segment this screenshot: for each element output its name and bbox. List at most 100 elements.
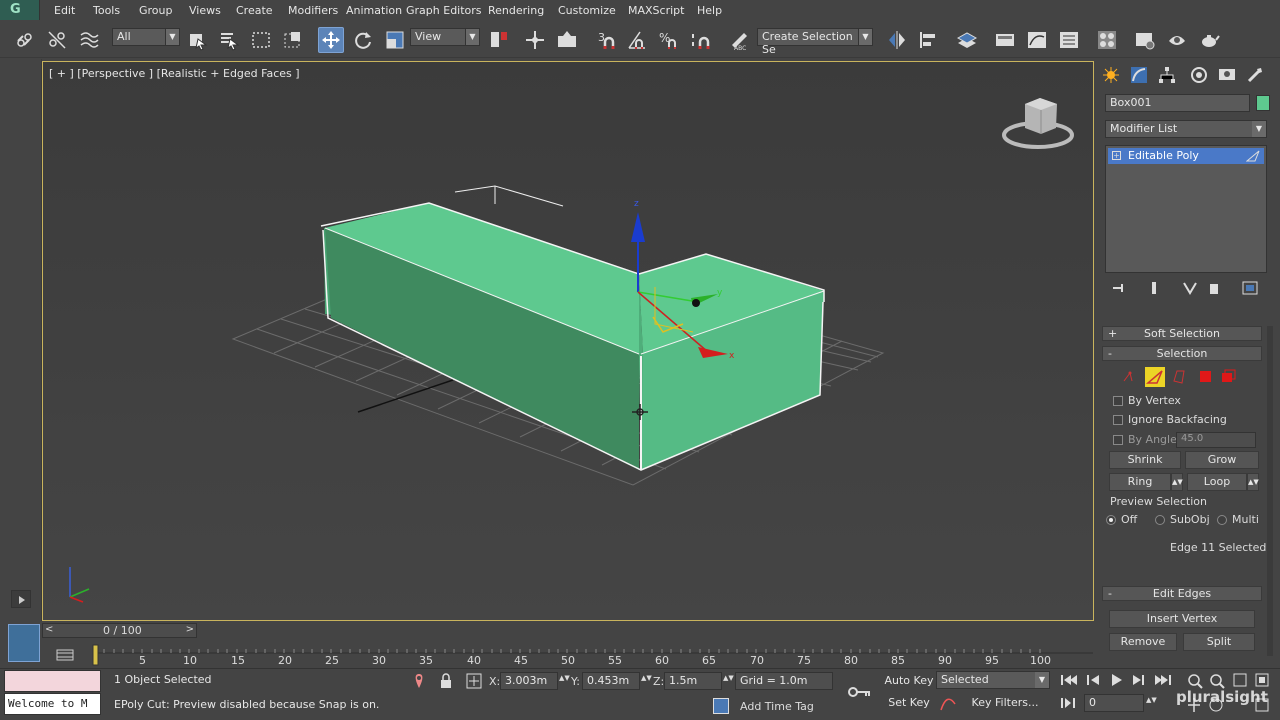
play-icon[interactable] [1112,674,1122,686]
perspective-viewport[interactable]: [ + ] [Perspective ] [Realistic + Edged … [42,61,1094,621]
menu-views[interactable]: Views [189,4,221,17]
curve-editor-icon[interactable] [1024,27,1050,53]
key-mode-toggle-icon[interactable] [1059,696,1079,710]
menu-tools[interactable]: Tools [93,4,120,17]
zoom-icon[interactable] [1188,674,1203,689]
zoom-extents-icon[interactable] [1233,673,1247,687]
graphite-icon[interactable] [992,27,1018,53]
modify-tab-icon[interactable] [1128,65,1150,85]
preview-off-radio[interactable] [1106,515,1116,525]
border-mode-icon[interactable] [1173,370,1185,384]
utilities-tab-icon[interactable] [1244,65,1266,85]
menu-customize[interactable]: Customize [558,4,616,17]
zoom-extents-all-icon[interactable] [1255,673,1269,687]
material-editor-icon[interactable] [1094,27,1120,53]
align-icon[interactable] [916,27,942,53]
loop-button[interactable]: Loop [1187,473,1247,491]
z-coord-field[interactable]: 1.5m [664,672,722,690]
ring-button[interactable]: Ring [1109,473,1171,491]
motion-tab-icon[interactable] [1188,65,1210,85]
grow-button[interactable]: Grow [1185,451,1259,469]
go-to-start-icon[interactable] [1061,675,1077,685]
named-selection-dropdown[interactable]: Create Selection Se ▼ [757,28,873,56]
key-tangent-icon[interactable] [939,694,957,712]
pivot-icon[interactable] [486,27,512,53]
by-angle-checkbox[interactable] [1113,435,1123,445]
filmstrip-icon[interactable] [56,648,74,662]
keyboard-shortcut-icon[interactable] [554,27,580,53]
menu-edit[interactable]: Edit [54,4,75,17]
shrink-button[interactable]: Shrink [1109,451,1181,469]
soft-selection-rollout[interactable]: + Soft Selection [1102,326,1262,341]
insert-vertex-button[interactable]: Insert Vertex [1109,610,1255,628]
link-icon[interactable] [12,27,38,53]
menu-group[interactable]: Group [139,4,173,17]
spinner-snap-icon[interactable] [688,27,714,53]
y-coord-field[interactable]: 0.453m [582,672,640,690]
remove-modifier-icon[interactable] [1206,281,1222,295]
zoom-all-icon[interactable] [1210,674,1225,689]
maxscript-listener-input[interactable]: Welcome to M [4,693,101,715]
configure-sets-icon[interactable] [1242,281,1258,295]
x-coord-field[interactable]: 3.003m [500,672,558,690]
x-spinner-icon[interactable]: ▲▼ [559,674,570,682]
hierarchy-tab-icon[interactable] [1156,65,1178,85]
selection-filter-dropdown[interactable]: All ▼ [112,28,180,46]
object-name-field[interactable]: Box001 [1105,94,1250,112]
edge-mode-icon[interactable] [1145,367,1165,387]
edit-named-sel-icon[interactable]: ABC [726,27,752,53]
time-tag-icon[interactable] [713,698,729,714]
schematic-icon[interactable] [1056,27,1082,53]
object-color-swatch[interactable] [1256,95,1270,111]
render-setup-icon[interactable] [1132,27,1158,53]
set-key-button[interactable]: Set Key [884,693,934,713]
menu-modifiers[interactable]: Modifiers [288,4,338,17]
remove-button[interactable]: Remove [1109,633,1177,651]
teapot-icon[interactable] [1196,27,1222,53]
manipulate-icon[interactable] [522,27,548,53]
by-vertex-checkbox[interactable] [1113,396,1123,406]
z-spinner-icon[interactable]: ▲▼ [723,674,734,682]
percent-snap-icon[interactable]: % [656,27,682,53]
transform-type-in-icon[interactable] [466,673,482,689]
modifier-list-dropdown[interactable]: Modifier List ▼ [1105,120,1267,138]
frame-spinner-icon[interactable]: ▲▼ [1146,696,1157,704]
auto-key-button[interactable]: Auto Key [884,671,934,691]
display-tab-icon[interactable] [1216,65,1238,85]
command-panel-scrollbar[interactable] [1267,326,1273,656]
menu-maxscript[interactable]: MAXScript [628,4,684,17]
snap-icon[interactable]: 3 [594,27,620,53]
element-mode-icon[interactable] [1222,369,1236,382]
select-object-icon[interactable] [184,27,210,53]
rotate-icon[interactable] [350,27,376,53]
next-frame-icon[interactable] [1133,675,1144,685]
loop-spinner[interactable]: ▲▼ [1247,473,1259,491]
mirror-icon[interactable] [884,27,910,53]
go-to-end-icon[interactable] [1155,675,1171,685]
polygon-mode-icon[interactable] [1200,371,1211,382]
preview-multi-radio[interactable] [1217,515,1227,525]
lock-icon[interactable] [439,673,453,689]
maxscript-listener-top[interactable] [4,670,101,692]
ref-coord-dropdown[interactable]: View ▼ [410,28,480,46]
menu-graph-editors[interactable]: Graph Editors [406,4,482,17]
preview-subobj-radio[interactable] [1155,515,1165,525]
selection-rollout[interactable]: - Selection [1102,346,1262,361]
edit-edges-rollout[interactable]: - Edit Edges [1102,586,1262,601]
time-prev-icon[interactable]: < [45,624,53,635]
show-end-result-icon[interactable] [1146,281,1162,295]
current-frame-field[interactable]: 0 [1084,694,1144,712]
y-spinner-icon[interactable]: ▲▼ [641,674,652,682]
rect-region-icon[interactable] [248,27,274,53]
expand-icon[interactable]: + [1112,151,1121,160]
menu-create[interactable]: Create [236,4,273,17]
split-button[interactable]: Split [1183,633,1255,651]
add-time-tag-button[interactable]: Add Time Tag [740,700,814,713]
make-unique-icon[interactable] [1182,281,1198,295]
app-logo-button[interactable]: G [0,0,40,20]
menu-rendering[interactable]: Rendering [488,4,544,17]
menu-help[interactable]: Help [697,4,722,17]
isolate-selection-icon[interactable] [412,673,426,689]
viewcube-icon[interactable] [1002,98,1074,149]
rendered-frame-icon[interactable] [1164,27,1190,53]
